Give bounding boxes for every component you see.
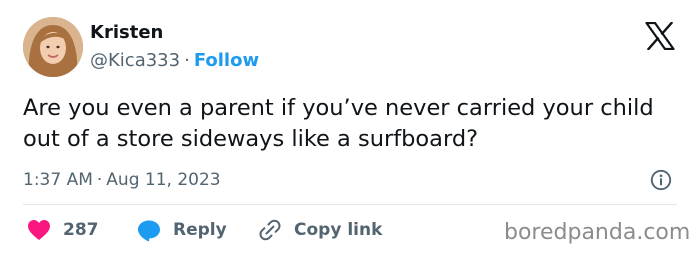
speech-bubble-icon [138,220,160,241]
handle-separator: · [184,50,190,71]
copy-link-button[interactable]: Copy link [258,218,382,242]
heart-icon [28,220,50,240]
tweet-date[interactable]: Aug 11, 2023 [106,170,220,190]
author-name[interactable]: Kristen [90,22,163,44]
timestamp-separator: · [96,170,103,190]
reply-button[interactable]: Reply [137,218,227,242]
like-count: 287 [63,220,99,240]
tweet-time[interactable]: 1:37 AM [23,170,93,190]
x-logo-icon[interactable] [645,21,675,51]
reply-label: Reply [173,220,227,240]
follow-button[interactable]: Follow [194,50,259,71]
info-icon[interactable] [650,169,672,191]
like-button[interactable]: 287 [27,218,99,242]
tweet-text: Are you even a parent if you’ve never ca… [23,95,654,152]
author-handle[interactable]: @Kica333 [90,50,180,71]
copy-link-label: Copy link [294,220,383,240]
divider [23,204,677,205]
watermark: boredpanda.com [504,220,691,245]
link-icon [259,219,281,241]
tweet-timestamp[interactable]: 1:37 AM · Aug 11, 2023 [23,169,221,191]
avatar[interactable] [23,17,83,77]
author-handle-row: @Kica333 · Follow [90,50,259,72]
